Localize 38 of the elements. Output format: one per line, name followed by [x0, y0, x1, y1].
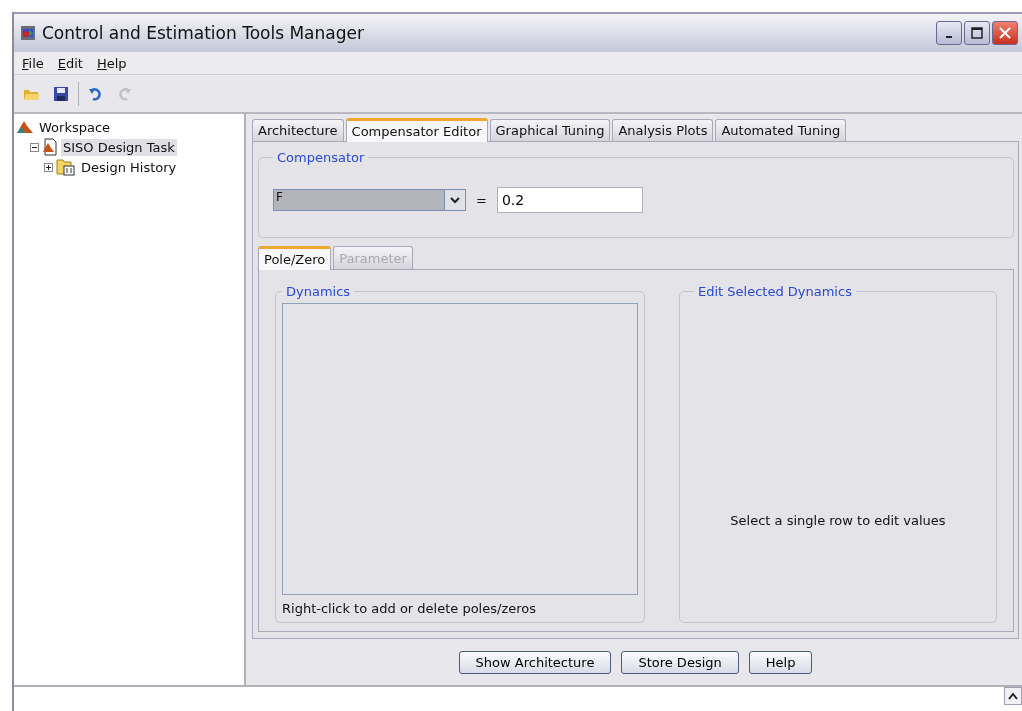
window-title: Control and Estimation Tools Manager	[42, 23, 364, 43]
compensator-dropdown[interactable]: F	[273, 189, 466, 211]
tab[interactable]: Graphical Tuning	[489, 119, 611, 141]
tree-item[interactable]: Design History	[79, 158, 179, 176]
minimize-button[interactable]	[936, 21, 962, 45]
gain-field[interactable]: 0.2	[496, 187, 643, 213]
menu-item[interactable]: Help	[96, 55, 127, 71]
tab[interactable]: Architecture	[252, 119, 344, 141]
expand-icon[interactable]	[44, 162, 53, 172]
tree-item[interactable]: SISO Design Task	[61, 138, 177, 156]
group-title: Compensator	[276, 150, 366, 165]
tab[interactable]: Automated Tuning	[715, 119, 847, 141]
group-title: Edit Selected Dynamics	[697, 284, 853, 299]
equals-sign: =	[475, 192, 488, 208]
maximize-button[interactable]	[964, 21, 990, 45]
folder-icon	[56, 158, 76, 176]
maximize-icon	[971, 27, 983, 39]
push-button[interactable]: Show Architecture	[458, 650, 612, 674]
tab[interactable]: Compensator Editor	[345, 118, 488, 142]
push-button[interactable]: Help	[748, 650, 813, 674]
menu-item[interactable]: File	[22, 55, 44, 71]
push-button[interactable]: Store Design	[621, 650, 739, 674]
collapse-icon[interactable]	[30, 142, 39, 152]
mountain-icon	[16, 119, 34, 135]
close-icon	[999, 27, 1011, 39]
hint-text: Right-click to add or delete poles/zeros	[282, 601, 537, 616]
minimize-icon	[946, 36, 952, 38]
tab[interactable]: Pole/Zero	[258, 246, 332, 270]
chevron-down-icon	[444, 190, 465, 210]
menu-item[interactable]: Edit	[57, 55, 83, 71]
tab[interactable]: Analysis Plots	[612, 119, 714, 141]
tree-item[interactable]: Workspace	[37, 118, 113, 136]
group-title: Dynamics	[285, 284, 352, 299]
document-icon	[42, 138, 58, 156]
scroll-up-icon[interactable]	[1004, 687, 1022, 705]
close-button[interactable]	[992, 21, 1018, 45]
message-text: Select a single row to edit values	[729, 513, 947, 528]
app-icon	[20, 25, 36, 41]
